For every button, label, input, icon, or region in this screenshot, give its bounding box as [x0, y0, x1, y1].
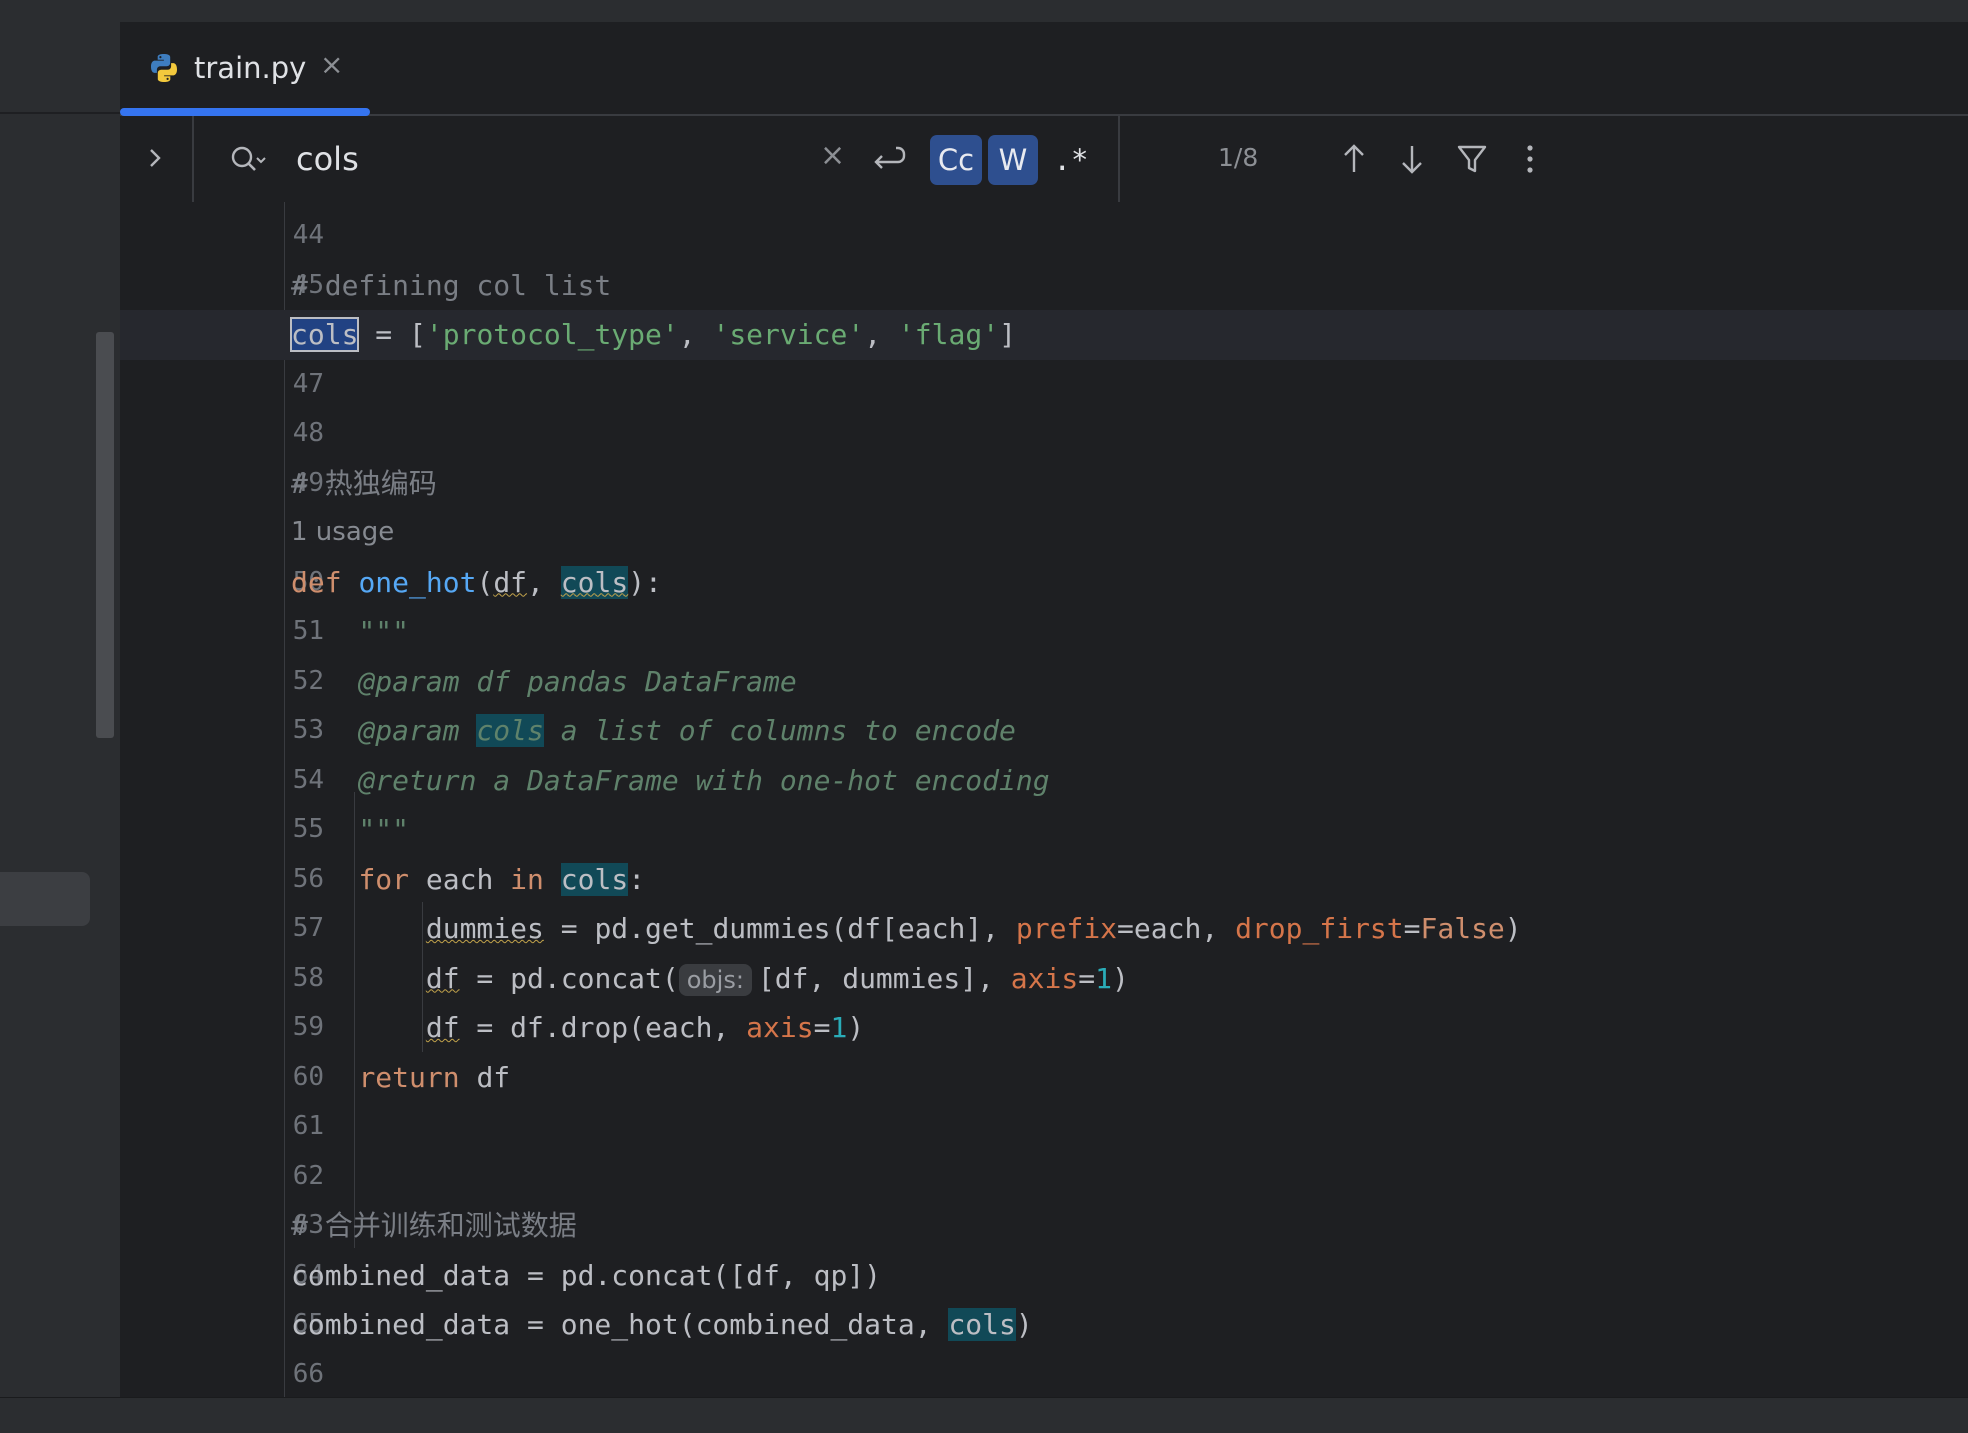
search-history-icon[interactable] [226, 140, 270, 180]
code-text: df = df.drop(each, axis=1) [425, 1011, 865, 1044]
chevron-right-icon[interactable] [138, 138, 174, 178]
code-line: 62 [120, 1152, 1968, 1202]
code-text: @param cols a list of columns to encode [291, 714, 1016, 747]
active-tab-indicator [120, 108, 370, 116]
line-number: 62 [292, 1160, 324, 1191]
usage-hint[interactable]: 1 usage [291, 508, 394, 558]
code-line: 58 df = pd.concat(objs: [df, dummies], ax… [120, 954, 1968, 1004]
clear-search-icon[interactable]: × [820, 138, 845, 173]
filter-icon[interactable] [1450, 136, 1494, 182]
arrow-up-icon[interactable] [1332, 136, 1376, 182]
code-line: 49 # 热独编码 [120, 459, 1968, 509]
wrap-icon[interactable] [868, 138, 908, 178]
code-editor[interactable]: 44 45 # defining col list 46 cols = ['pr… [120, 202, 1968, 1397]
usage-hint-line: 1 usage [120, 508, 1968, 558]
code-text: @return a DataFrame with one-hot encodin… [291, 763, 1050, 797]
code-line: 48 [120, 409, 1968, 459]
code-line-current: 46 cols = ['protocol_type', 'service', '… [120, 310, 1968, 360]
search-input[interactable] [296, 136, 796, 182]
python-file-icon [151, 54, 177, 82]
code-line: 44 [120, 211, 1968, 261]
code-comment: # defining col list [291, 268, 612, 302]
code-comment: # 热独编码 [291, 466, 437, 500]
line-number: 44 [292, 220, 324, 250]
code-line: 59 df = df.drop(each, axis=1) [120, 1003, 1968, 1053]
code-line: 47 [120, 360, 1968, 410]
code-text: """ [291, 813, 410, 846]
parameter-hint: objs: [678, 963, 752, 996]
code-text: return df [358, 1060, 511, 1094]
search-match-selected: cols [289, 317, 360, 352]
panel-scrollbar[interactable] [96, 332, 114, 738]
status-bar [0, 1397, 1968, 1433]
code-line: 51 """ [120, 607, 1968, 657]
code-line: 66 [120, 1350, 1968, 1398]
line-number: 61 [292, 1111, 324, 1141]
code-line: 65 combined_data = one_hot(combined_data… [120, 1300, 1968, 1350]
code-line: 61 [120, 1102, 1968, 1152]
code-line: 52 @param df pandas DataFrame [120, 657, 1968, 707]
code-text: combined_data = one_hot(combined_data, c… [291, 1308, 1033, 1341]
code-text: df = pd.concat(objs: [df, dummies], axis=… [425, 961, 1129, 996]
tab-label: train.py [194, 51, 307, 85]
code-line: 55 """ [120, 805, 1968, 855]
window-top-strip [0, 0, 1968, 22]
tab-close-icon[interactable]: × [320, 48, 343, 81]
left-tool-panel [0, 22, 121, 1397]
code-text: """ [291, 615, 410, 648]
code-line: 45 # defining col list [120, 261, 1968, 311]
line-number: 47 [292, 368, 324, 399]
code-text: dummies = pd.get_dummies(df[each], prefi… [425, 912, 1522, 945]
editor-tab-bar: train.py × [120, 22, 1968, 116]
match-case-toggle[interactable]: Cc [930, 135, 982, 185]
more-vertical-icon[interactable] [1508, 136, 1552, 182]
line-number: 48 [292, 418, 324, 448]
code-comment: # 合并训练和测试数据 [291, 1209, 577, 1242]
code-line: 54 @return a DataFrame with one-hot enco… [120, 756, 1968, 806]
match-count: 1/8 [1218, 143, 1259, 172]
find-bar-separator [1118, 116, 1120, 202]
code-text: for each in cols: [358, 862, 646, 896]
code-line: 64 combined_data = pd.concat([df, qp]) [120, 1251, 1968, 1301]
code-line: 63 # 合并训练和测试数据 [120, 1201, 1968, 1251]
code-line: 50 def one_hot(df, cols): [120, 558, 1968, 608]
code-line: 60 return df [120, 1053, 1968, 1103]
code-text: @param df pandas DataFrame [291, 664, 797, 698]
code-text: def one_hot(df, cols): [291, 565, 662, 599]
find-bar: × Cc W .* 1/8 [120, 116, 1968, 204]
code-line: 53 @param cols a list of columns to enco… [120, 706, 1968, 756]
regex-toggle[interactable]: .* [1048, 135, 1094, 185]
whole-words-toggle[interactable]: W [988, 135, 1038, 185]
code-text: cols = ['protocol_type', 'service', 'fla… [289, 317, 1016, 352]
code-line: 56 for each in cols: [120, 855, 1968, 905]
line-number: 66 [292, 1358, 324, 1389]
code-text: combined_data = pd.concat([df, qp]) [291, 1258, 882, 1292]
panel-divider [0, 112, 120, 114]
find-bar-separator [192, 116, 194, 202]
arrow-down-icon[interactable] [1390, 136, 1434, 182]
code-line: 57 dummies = pd.get_dummies(df[each], pr… [120, 904, 1968, 954]
tab-train-py[interactable]: train.py × [120, 22, 370, 116]
panel-selected-item[interactable] [0, 872, 90, 926]
